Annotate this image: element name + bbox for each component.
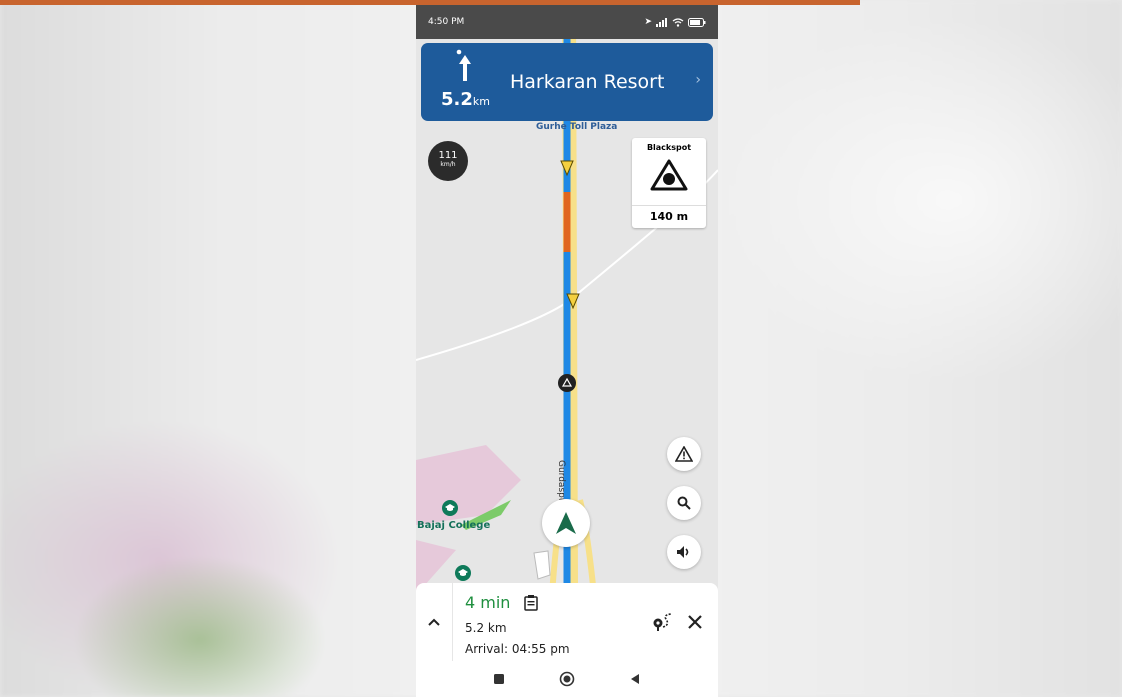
toll-plaza-label: Gurhe Toll Plaza [536, 122, 618, 132]
chevron-right-icon[interactable]: › [695, 72, 701, 88]
hazard-icon [675, 446, 693, 462]
route-options-icon[interactable] [652, 613, 674, 633]
next-street-name: Harkaran Resort [510, 71, 665, 93]
location-icon: ➤ [644, 17, 652, 27]
volume-icon [677, 546, 689, 558]
straight-arrow-icon [456, 49, 471, 81]
phone-screen: 4:50 PM ➤ 5.2km Harkaran Resort › Gurhe … [416, 5, 718, 697]
trip-summary-icon[interactable] [524, 595, 538, 611]
blackspot-warning-icon [650, 159, 688, 191]
blackspot-title: Blackspot [646, 143, 692, 152]
college-icon[interactable] [455, 565, 471, 581]
status-icons: ➤ [644, 17, 706, 27]
report-hazard-button[interactable] [667, 437, 701, 471]
navigation-banner[interactable]: 5.2km Harkaran Resort › [421, 43, 713, 121]
search-button[interactable] [667, 486, 701, 520]
expand-panel-button[interactable] [416, 583, 453, 661]
campus-area [416, 445, 521, 525]
speed-unit: km/h [440, 161, 456, 168]
status-bar: 4:50 PM ➤ [416, 5, 718, 39]
close-icon[interactable] [684, 611, 706, 633]
speedometer: 111 km/h [428, 141, 468, 181]
wifi-icon [672, 17, 684, 27]
search-icon [677, 496, 691, 510]
blackspot-marker [558, 374, 576, 392]
college-icon[interactable] [442, 500, 458, 516]
back-icon[interactable] [629, 673, 641, 685]
signal-icon [656, 17, 667, 27]
distance-to-turn: 5.2km [441, 89, 490, 110]
android-navigation-bar [416, 661, 718, 697]
current-location-marker [542, 499, 590, 547]
blackspot-distance: 140 m [632, 205, 706, 228]
eta-time: 4 min [465, 593, 511, 612]
home-icon[interactable] [559, 671, 575, 687]
volume-button[interactable] [667, 535, 701, 569]
trip-summary-panel: 4 min 5.2 km Arrival: 04:55 pm [416, 583, 718, 661]
chevron-up-icon [428, 618, 440, 626]
speed-value: 111 [438, 150, 458, 161]
arrival-time: Arrival: 04:55 pm [465, 642, 570, 656]
navigation-arrow-icon [556, 512, 576, 534]
blackspot-alert-card[interactable]: Blackspot 140 m [632, 138, 706, 228]
trip-distance: 5.2 km [465, 621, 507, 635]
battery-icon [688, 17, 706, 27]
status-time: 4:50 PM [428, 17, 465, 27]
recents-icon[interactable] [493, 673, 505, 685]
college-label[interactable]: Bajaj College [417, 520, 490, 531]
